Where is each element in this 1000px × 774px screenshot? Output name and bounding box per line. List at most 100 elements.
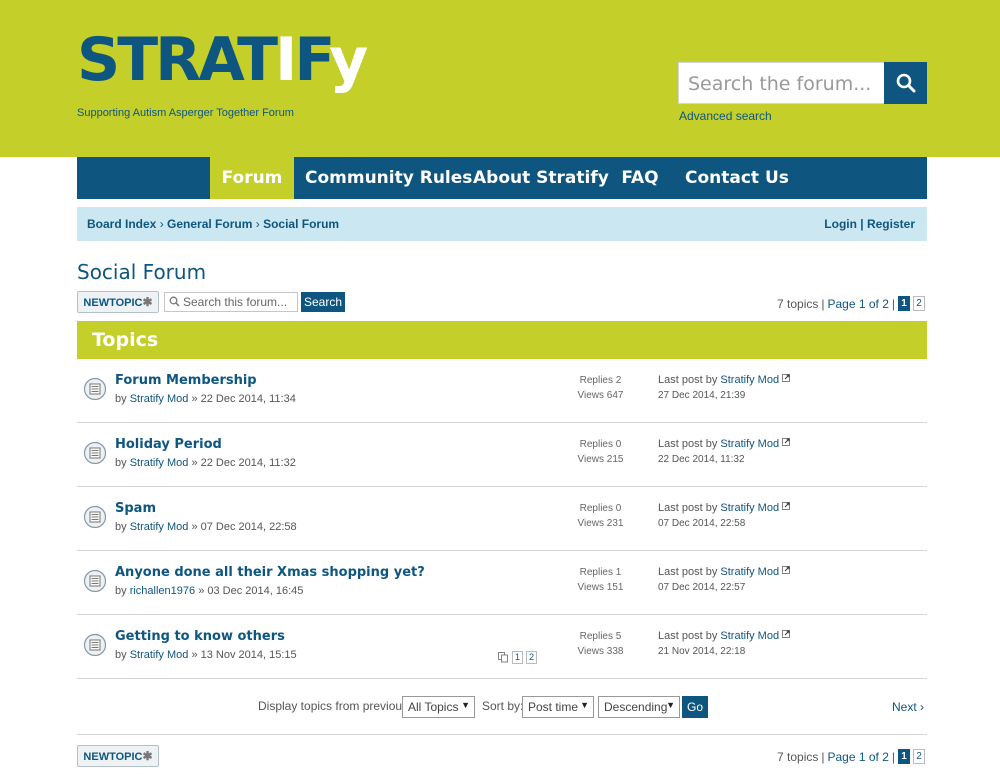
forum-search-input[interactable]: Search the forum...	[678, 62, 885, 104]
topic-author[interactable]: Stratify Mod	[130, 457, 189, 469]
caret-down-icon: ▼	[666, 700, 675, 710]
new-topic-button-bottom[interactable]: NEWTOPIC✱	[77, 745, 159, 767]
page-indicator[interactable]: Page 1 of 2	[827, 297, 888, 311]
last-post-author[interactable]: Stratify Mod	[720, 502, 779, 514]
advanced-search-link[interactable]: Advanced search	[679, 109, 772, 123]
topic-views: Views 215	[577, 454, 624, 465]
topic-stats: Replies 2 Views 647	[557, 373, 644, 403]
breadcrumb: Board Index › General Forum › Social For…	[87, 217, 340, 231]
topic-author-line: by Stratify Mod » 22 Dec 2014, 11:32	[115, 457, 296, 469]
display-label: Display topics from previous:	[258, 699, 412, 713]
topic-replies: Replies 2	[579, 375, 622, 386]
topic-read-icon	[83, 441, 107, 465]
new-topic-button[interactable]: NEWTOPIC✱	[77, 291, 159, 313]
topics-header: Topics	[77, 321, 927, 359]
topic-title[interactable]: Spam	[115, 501, 156, 516]
auth-links: Login | Register	[824, 217, 915, 231]
forum-search-button[interactable]	[884, 62, 927, 104]
topic-read-icon	[83, 569, 107, 593]
nav-item-about-stratify[interactable]: About Stratify	[473, 157, 609, 199]
topic-read-icon	[83, 505, 107, 529]
topic-author-line: by Stratify Mod » 22 Dec 2014, 11:34	[115, 393, 296, 405]
goto-last-post-icon[interactable]	[782, 630, 791, 639]
star-icon: ✱	[142, 295, 153, 309]
sort-key-select[interactable]: Post time ▼	[522, 696, 594, 718]
last-post-date: 22 Dec 2014, 11:32	[658, 454, 745, 465]
display-days-select[interactable]: All Topics ▼	[402, 696, 475, 718]
next-page-link[interactable]: Next ›	[892, 700, 924, 714]
topic-date: » 22 Dec 2014, 11:34	[191, 393, 296, 405]
topic-author[interactable]: Stratify Mod	[130, 393, 189, 405]
goto-last-post-icon[interactable]	[782, 374, 791, 383]
site-logo[interactable]: STRATIFy	[77, 26, 368, 94]
sort-order-select[interactable]: Descending ▼	[598, 696, 680, 718]
topic-read-icon	[83, 633, 107, 657]
topic-date: » 07 Dec 2014, 22:58	[191, 521, 297, 533]
breadcrumb-social-forum[interactable]: Social Forum	[263, 217, 339, 231]
topic-display-controls: Display topics from previous: All Topics…	[0, 696, 1000, 718]
nav-item-forum[interactable]: Forum	[210, 157, 294, 199]
topic-row: Getting to know others by Stratify Mod »…	[77, 615, 927, 679]
nav-item-contact-us[interactable]: Contact Us	[685, 157, 789, 199]
topic-page-1-link[interactable]: 1	[512, 651, 523, 664]
topic-title[interactable]: Holiday Period	[115, 437, 222, 452]
topic-last-post: Last post by Stratify Mod 07 Dec 2014, 2…	[658, 500, 791, 532]
last-post-author[interactable]: Stratify Mod	[720, 374, 779, 386]
sort-label: Sort by:	[482, 699, 524, 713]
topic-author[interactable]: Stratify Mod	[130, 649, 189, 661]
topic-author-line: by richallen1976 » 03 Dec 2014, 16:45	[115, 585, 304, 597]
last-post-author[interactable]: Stratify Mod	[720, 630, 779, 642]
caret-down-icon: ▼	[461, 700, 470, 710]
topic-date: » 03 Dec 2014, 16:45	[198, 585, 304, 597]
nav-item-faq[interactable]: FAQ	[617, 157, 663, 199]
last-post-author[interactable]: Stratify Mod	[720, 566, 779, 578]
topic-title[interactable]: Anyone done all their Xmas shopping yet?	[115, 565, 425, 580]
register-link[interactable]: Register	[867, 217, 915, 231]
topic-stats: Replies 5 Views 338	[557, 629, 644, 659]
topic-row: Spam by Stratify Mod » 07 Dec 2014, 22:5…	[77, 487, 927, 551]
page-indicator[interactable]: Page 1 of 2	[827, 750, 888, 764]
page-2-link[interactable]: 2	[913, 749, 925, 764]
chevron-right-icon: ›	[920, 700, 925, 714]
magnifier-icon	[169, 296, 180, 307]
topic-row: Forum Membership by Stratify Mod » 22 De…	[77, 359, 927, 423]
star-icon: ✱	[142, 749, 153, 763]
breadcrumb-general-forum[interactable]: General Forum	[167, 217, 252, 231]
last-post-author[interactable]: Stratify Mod	[720, 438, 779, 450]
topic-replies: Replies 0	[579, 439, 622, 450]
topic-author[interactable]: richallen1976	[130, 585, 195, 597]
page-2-link[interactable]: 2	[913, 296, 925, 311]
go-button[interactable]: Go	[682, 696, 708, 718]
topic-title[interactable]: Getting to know others	[115, 629, 285, 644]
breadcrumb-bar: Board Index › General Forum › Social For…	[77, 207, 927, 241]
page-1-link[interactable]: 1	[898, 296, 910, 311]
breadcrumb-board-index[interactable]: Board Index	[87, 217, 156, 231]
topic-replies: Replies 0	[579, 503, 622, 514]
topic-views: Views 151	[577, 582, 624, 593]
topic-author-line: by Stratify Mod » 13 Nov 2014, 15:15	[115, 649, 297, 661]
topic-page-2-link[interactable]: 2	[526, 651, 537, 664]
topic-author-line: by Stratify Mod » 07 Dec 2014, 22:58	[115, 521, 297, 533]
forum-search-field[interactable]: Search this forum...	[164, 292, 298, 312]
login-link[interactable]: Login	[824, 217, 857, 231]
topic-last-post: Last post by Stratify Mod 22 Dec 2014, 1…	[658, 436, 791, 468]
topic-views: Views 338	[577, 646, 624, 657]
nav-item-community-rules[interactable]: Community Rules	[305, 157, 472, 199]
divider	[77, 734, 927, 735]
goto-last-post-icon[interactable]	[782, 566, 791, 575]
last-post-date: 27 Dec 2014, 21:39	[658, 390, 746, 401]
goto-last-post-icon[interactable]	[782, 438, 791, 447]
new-topic-label: NEWTOPIC	[83, 751, 143, 763]
site-header: STRATIFy Supporting Autism Asperger Toge…	[0, 0, 1000, 157]
topic-count: 7 topics	[777, 749, 819, 764]
topic-count: 7 topics	[777, 296, 819, 311]
goto-last-post-icon[interactable]	[782, 502, 791, 511]
page-1-link[interactable]: 1	[898, 749, 910, 764]
topic-title[interactable]: Forum Membership	[115, 373, 257, 388]
topic-stats: Replies 0 Views 215	[557, 437, 644, 467]
topic-row: Holiday Period by Stratify Mod » 22 Dec …	[77, 423, 927, 487]
topic-last-post: Last post by Stratify Mod 27 Dec 2014, 2…	[658, 372, 791, 404]
pagination-bottom: 7 topics | Page 1 of 2 | 1 2	[777, 749, 925, 764]
forum-search-submit[interactable]: Search	[301, 292, 345, 312]
topic-author[interactable]: Stratify Mod	[130, 521, 189, 533]
